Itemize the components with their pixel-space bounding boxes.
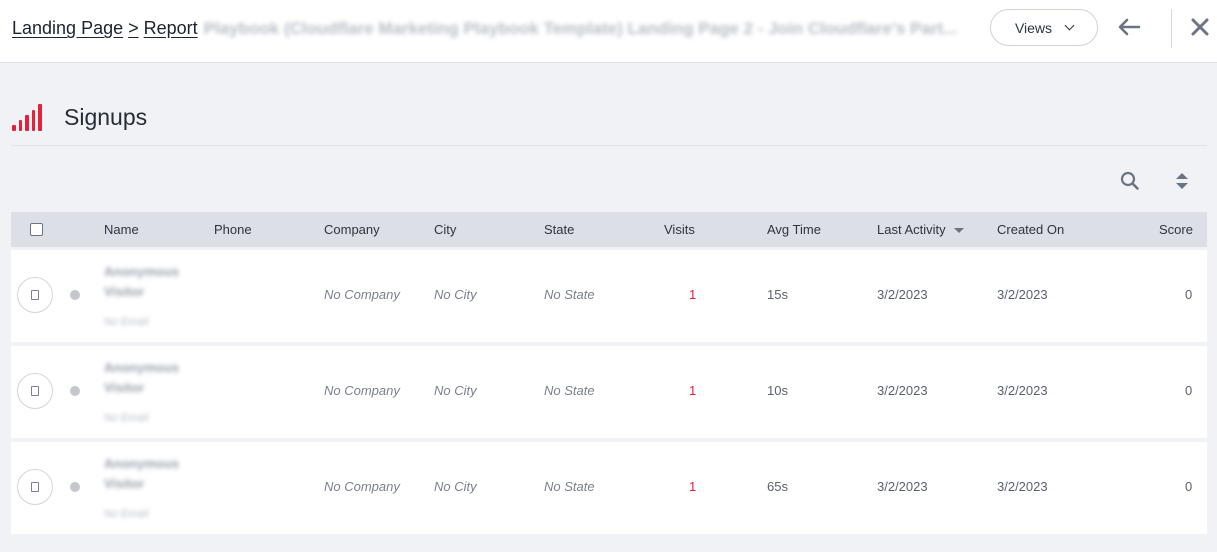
top-bar: Landing Page > Report Playbook (Cloudfla…	[0, 0, 1217, 63]
table-row[interactable]: Anonymous Visitor No Email No Company No…	[11, 250, 1207, 342]
contact-name-cell[interactable]: Anonymous Visitor No Email	[104, 358, 204, 428]
created-on-cell: 3/2/2023	[997, 479, 1048, 494]
back-button[interactable]	[1115, 14, 1143, 40]
contact-email: No Email	[104, 412, 149, 424]
search-icon	[1120, 171, 1139, 190]
section-title: Signups	[64, 104, 148, 130]
company-cell: No Company	[324, 479, 400, 494]
status-indicator	[70, 290, 80, 300]
contact-name-cell[interactable]: Anonymous Visitor No Email	[104, 454, 204, 524]
created-on-cell: 3/2/2023	[997, 287, 1048, 302]
close-button[interactable]	[1188, 14, 1212, 40]
column-last-activity-label: Last Activity	[877, 222, 946, 237]
sort-icon	[1176, 173, 1188, 189]
close-icon	[1191, 18, 1209, 36]
contact-name: Anonymous Visitor	[104, 360, 180, 395]
status-indicator	[70, 386, 80, 396]
city-cell: No City	[434, 479, 477, 494]
visits-cell: 1	[689, 383, 697, 398]
status-indicator	[70, 482, 80, 492]
checkbox-icon	[31, 482, 39, 492]
search-button[interactable]	[1119, 170, 1141, 192]
column-avg-time[interactable]: Avg Time	[767, 222, 821, 237]
table-header: Name Phone Company City State Visits Avg…	[11, 212, 1207, 247]
contact-email: No Email	[104, 508, 149, 520]
avg-time-cell: 10s	[767, 383, 788, 398]
views-dropdown[interactable]: Views	[990, 9, 1098, 46]
checkbox-icon	[31, 290, 39, 300]
section-header: Signups	[12, 104, 147, 131]
column-name[interactable]: Name	[104, 222, 139, 237]
last-activity-cell: 3/2/2023	[877, 383, 928, 398]
contact-name: Anonymous Visitor	[104, 456, 180, 491]
city-cell: No City	[434, 287, 477, 302]
breadcrumb: Landing Page > Report Playbook (Cloudfla…	[12, 18, 974, 39]
column-phone[interactable]: Phone	[214, 222, 252, 237]
visits-cell: 1	[689, 479, 697, 494]
report-name: Playbook (Cloudflare Marketing Playbook …	[203, 19, 958, 38]
header-divider	[1171, 9, 1172, 48]
section-divider	[11, 145, 1207, 146]
avg-time-cell: 65s	[767, 479, 788, 494]
column-visits[interactable]: Visits	[664, 222, 695, 237]
column-last-activity[interactable]: Last Activity	[877, 222, 964, 237]
breadcrumb-landing-page-link[interactable]: Landing Page	[12, 18, 123, 39]
sort-button[interactable]	[1174, 171, 1190, 191]
contact-name: Anonymous Visitor	[104, 264, 180, 299]
row-select-checkbox[interactable]	[17, 277, 53, 313]
column-city[interactable]: City	[434, 222, 456, 237]
contact-name-cell[interactable]: Anonymous Visitor No Email	[104, 262, 204, 332]
created-on-cell: 3/2/2023	[997, 383, 1048, 398]
sort-desc-icon	[953, 228, 964, 234]
score-cell: 0	[1185, 383, 1193, 398]
score-cell: 0	[1185, 287, 1193, 302]
checkbox-icon	[31, 386, 39, 396]
signal-bars-icon	[12, 104, 44, 131]
chevron-down-icon	[1064, 20, 1075, 31]
company-cell: No Company	[324, 287, 400, 302]
avg-time-cell: 15s	[767, 287, 788, 302]
row-select-checkbox[interactable]	[17, 469, 53, 505]
last-activity-cell: 3/2/2023	[877, 287, 928, 302]
row-select-checkbox[interactable]	[17, 373, 53, 409]
breadcrumb-separator: >	[128, 18, 139, 38]
contact-email: No Email	[104, 316, 149, 328]
select-all-checkbox[interactable]	[30, 223, 43, 236]
last-activity-cell: 3/2/2023	[877, 479, 928, 494]
column-created-on[interactable]: Created On	[997, 222, 1064, 237]
column-score[interactable]: Score	[1159, 222, 1193, 237]
state-cell: No State	[544, 479, 595, 494]
column-company[interactable]: Company	[324, 222, 380, 237]
visits-cell: 1	[689, 287, 697, 302]
arrow-left-icon	[1118, 18, 1141, 36]
score-cell: 0	[1185, 479, 1193, 494]
state-cell: No State	[544, 287, 595, 302]
column-state[interactable]: State	[544, 222, 574, 237]
table-row[interactable]: Anonymous Visitor No Email No Company No…	[11, 346, 1207, 438]
state-cell: No State	[544, 383, 595, 398]
table-row[interactable]: Anonymous Visitor No Email No Company No…	[11, 442, 1207, 534]
city-cell: No City	[434, 383, 477, 398]
company-cell: No Company	[324, 383, 400, 398]
breadcrumb-report-link[interactable]: Report	[144, 18, 198, 39]
views-label: Views	[1014, 19, 1053, 36]
